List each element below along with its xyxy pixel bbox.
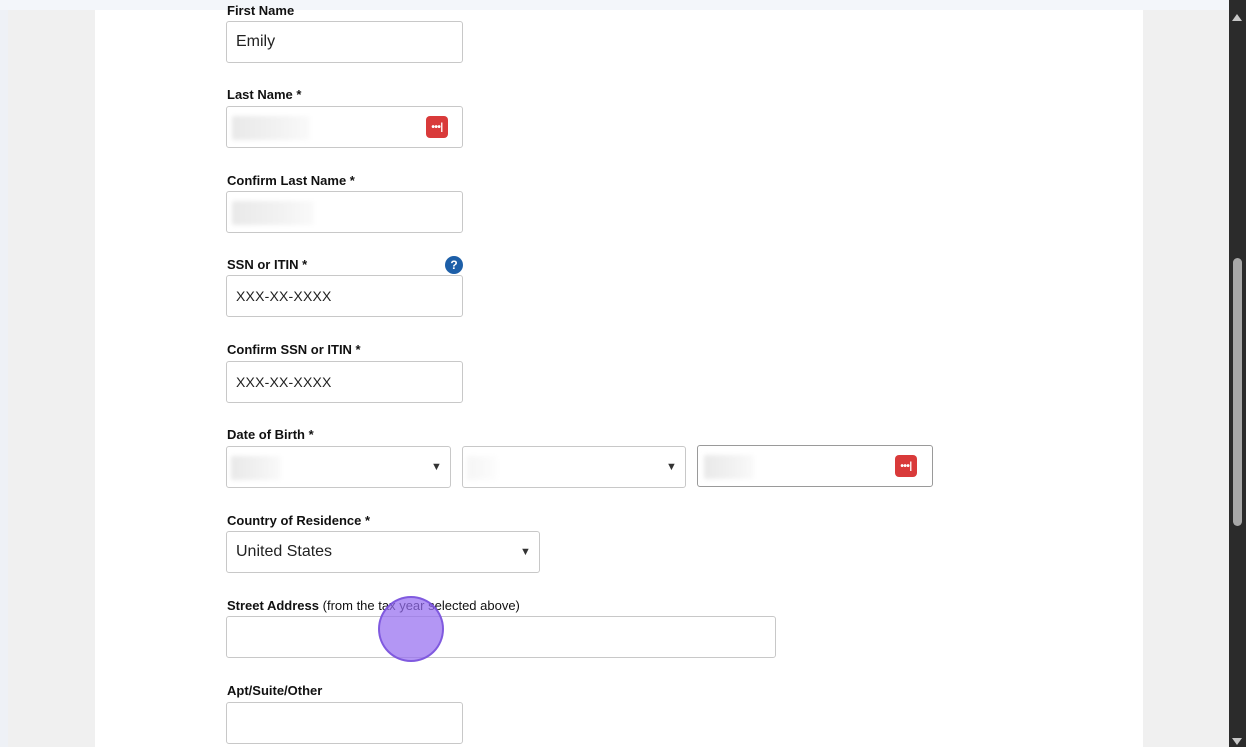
page-gutter-right xyxy=(1143,10,1229,747)
password-manager-icon[interactable]: •••| xyxy=(895,455,917,477)
confirm-ssn-placeholder: XXX-XX-XXXX xyxy=(236,374,332,390)
caret-down-icon: ▼ xyxy=(520,546,531,558)
caret-down-icon: ▼ xyxy=(431,461,442,473)
country-label: Country of Residence * xyxy=(227,513,371,528)
scroll-up-icon[interactable] xyxy=(1232,14,1242,21)
dob-label: Date of Birth * xyxy=(227,427,314,442)
scroll-down-icon[interactable] xyxy=(1232,738,1242,745)
last-name-label: Last Name * xyxy=(227,87,302,102)
ssn-input[interactable]: XXX-XX-XXXX xyxy=(226,275,463,317)
first-name-value: Emily xyxy=(236,33,276,50)
scroll-thumb[interactable] xyxy=(1233,258,1242,526)
caret-down-icon: ▼ xyxy=(666,461,677,473)
country-value: United States xyxy=(236,543,333,560)
street-address-label: Street Address (from the tax year select… xyxy=(227,598,520,613)
redacted-value xyxy=(232,201,314,225)
confirm-ssn-input[interactable]: XXX-XX-XXXX xyxy=(226,361,463,403)
redacted-value xyxy=(467,456,497,480)
country-select[interactable]: United States ▼ xyxy=(226,531,540,573)
vertical-scrollbar[interactable] xyxy=(1229,0,1246,747)
confirm-last-name-input[interactable] xyxy=(226,191,463,233)
ssn-label: SSN or ITIN * xyxy=(227,257,308,272)
apt-label: Apt/Suite/Other xyxy=(227,683,323,698)
last-name-input[interactable]: •••| xyxy=(226,106,463,148)
apt-input[interactable] xyxy=(226,702,463,744)
redacted-value xyxy=(704,455,754,479)
ssn-placeholder: XXX-XX-XXXX xyxy=(236,288,332,304)
dob-month-select[interactable]: ▼ xyxy=(226,446,451,488)
redacted-value xyxy=(232,116,310,140)
help-icon[interactable]: ? xyxy=(445,256,463,274)
street-address-input[interactable] xyxy=(226,616,776,658)
first-name-label: First Name xyxy=(227,3,295,18)
redacted-value xyxy=(231,456,281,480)
dob-year-input[interactable]: •••| xyxy=(697,445,933,487)
click-indicator xyxy=(378,596,444,662)
dob-day-select[interactable]: ▼ xyxy=(462,446,686,488)
first-name-input[interactable]: Emily xyxy=(226,21,463,63)
password-manager-icon[interactable]: •••| xyxy=(426,116,448,138)
form-page: First Name Emily Last Name * •••| Confir… xyxy=(95,3,1143,747)
page-gutter-left xyxy=(8,10,95,747)
confirm-last-name-label: Confirm Last Name * xyxy=(227,173,355,188)
top-strip xyxy=(0,0,1229,10)
confirm-ssn-label: Confirm SSN or ITIN * xyxy=(227,342,361,357)
street-address-label-text: Street Address xyxy=(227,598,319,613)
